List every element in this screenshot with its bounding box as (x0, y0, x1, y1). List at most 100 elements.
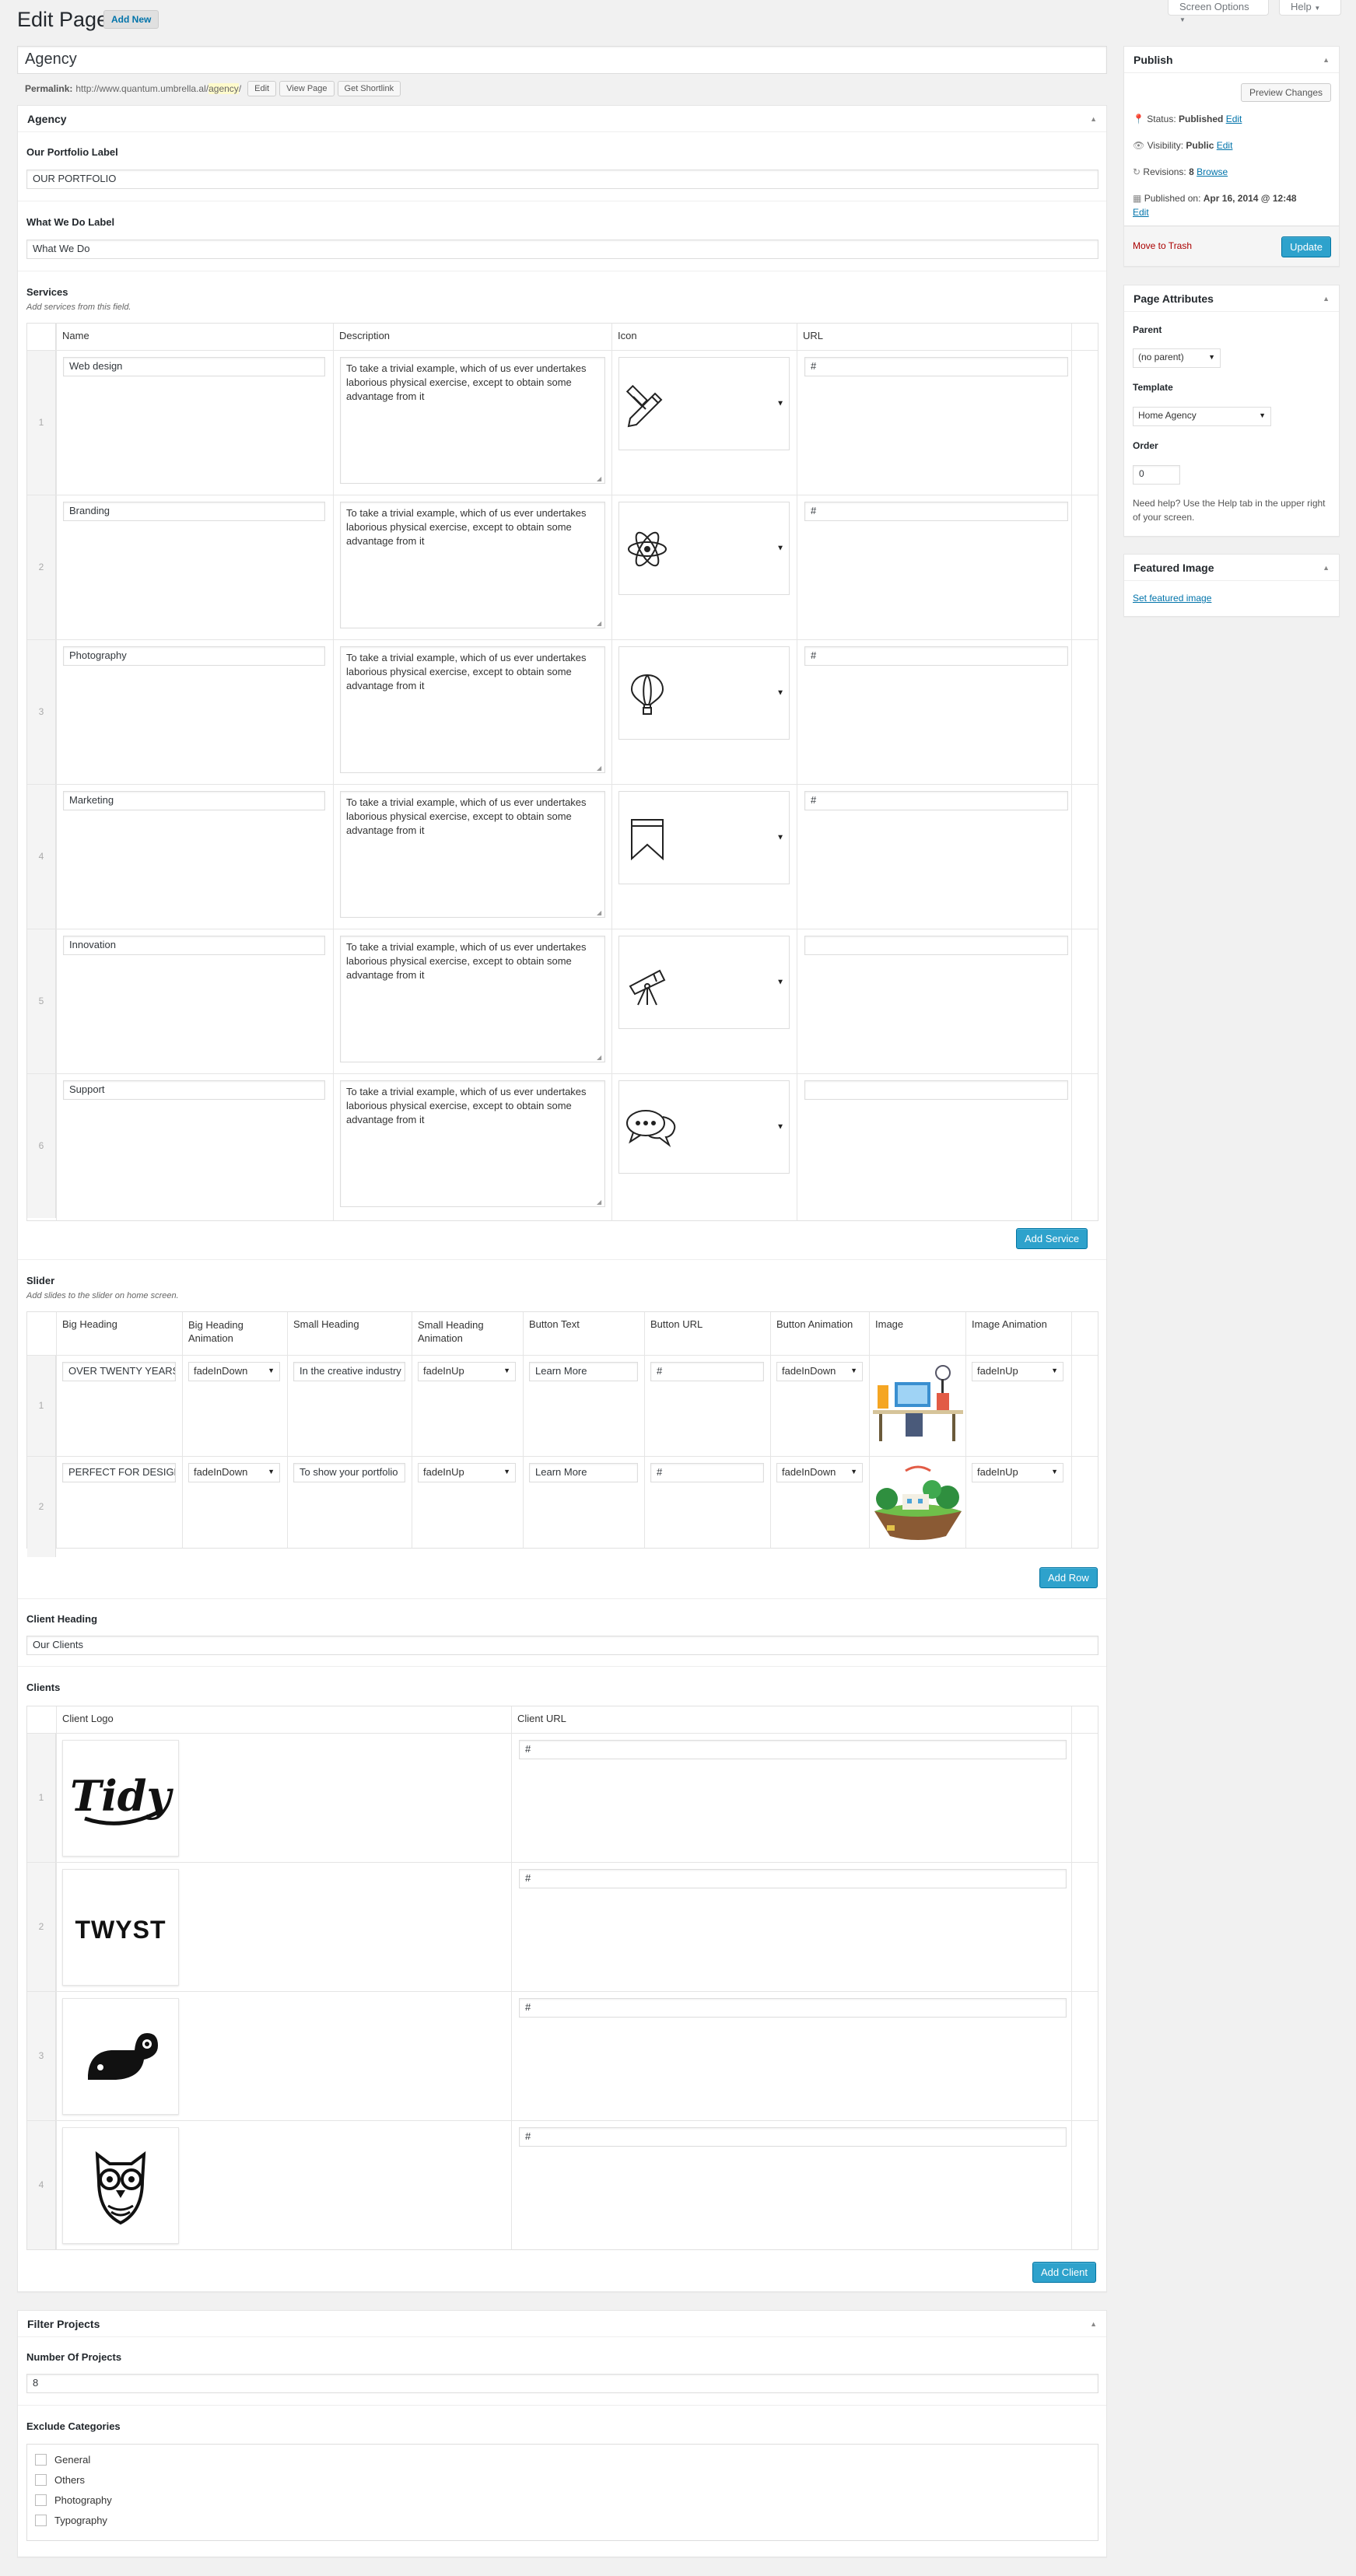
service-icon-select[interactable]: ▼ (618, 502, 790, 595)
service-url-input[interactable]: # (804, 357, 1068, 376)
service-icon-select[interactable]: ▼ (618, 357, 790, 450)
service-description-textarea[interactable]: To take a trivial example, which of us e… (340, 791, 605, 918)
edit-permalink-button[interactable]: Edit (247, 81, 277, 96)
service-name-input[interactable]: Photography (63, 646, 325, 666)
client-url-input[interactable]: # (519, 2127, 1067, 2147)
service-url-input[interactable]: # (804, 502, 1068, 521)
row-number[interactable]: 1 (27, 1734, 56, 1862)
add-row-button[interactable]: Add Row (1039, 1567, 1098, 1588)
client-heading-input[interactable]: Our Clients (26, 1636, 1098, 1655)
category-checkbox[interactable] (35, 2515, 47, 2526)
browse-revisions-link[interactable]: Browse (1197, 166, 1228, 177)
whatwedo-label-input[interactable]: What We Do (26, 240, 1098, 259)
service-url-input[interactable] (804, 936, 1068, 955)
add-service-button[interactable]: Add Service (1016, 1228, 1088, 1249)
category-checkbox[interactable] (35, 2494, 47, 2506)
category-checkbox[interactable] (35, 2474, 47, 2486)
collapse-arrow-icon[interactable]: ▲ (1323, 295, 1330, 303)
service-name-input[interactable]: Innovation (63, 936, 325, 955)
number-of-projects-input[interactable]: 8 (26, 2374, 1098, 2393)
collapse-arrow-icon[interactable]: ▲ (1323, 564, 1330, 572)
row-number[interactable]: 4 (27, 2121, 56, 2249)
agency-metabox-header[interactable]: Agency ▲ (18, 106, 1106, 132)
resize-handle-icon[interactable]: ◢ (597, 620, 601, 627)
service-icon-select[interactable]: ▼ (618, 936, 790, 1029)
portfolio-label-input[interactable]: OUR PORTFOLIO (26, 170, 1098, 189)
preview-changes-button[interactable]: Preview Changes (1240, 83, 1331, 102)
collapse-arrow-icon[interactable]: ▲ (1090, 115, 1097, 123)
view-page-button[interactable]: View Page (279, 81, 335, 96)
row-number[interactable]: 2 (27, 495, 56, 639)
row-number[interactable]: 1 (27, 351, 56, 495)
big-heading-input[interactable]: OVER TWENTY YEARS (62, 1362, 176, 1381)
featured-image-header[interactable]: Featured Image ▲ (1124, 555, 1339, 581)
desk-illustration[interactable] (871, 1362, 965, 1443)
service-name-input[interactable]: Marketing (63, 791, 325, 810)
resize-handle-icon[interactable]: ◢ (597, 765, 601, 772)
post-title-input[interactable]: Agency (17, 46, 1107, 74)
island-illustration[interactable] (871, 1463, 965, 1544)
service-icon-select[interactable]: ▼ (618, 791, 790, 884)
small-heading-animation-select[interactable]: fadeInUp ▼ (418, 1463, 516, 1482)
client-logo-2[interactable]: TWYST (62, 1869, 179, 1986)
service-name-input[interactable]: Branding (63, 502, 325, 521)
get-shortlink-button[interactable]: Get Shortlink (337, 81, 401, 96)
update-button[interactable]: Update (1281, 236, 1331, 257)
set-featured-image-link[interactable]: Set featured image (1133, 593, 1211, 604)
screen-options-button[interactable]: Screen Options ▼ (1168, 0, 1269, 23)
service-name-input[interactable]: Web design (63, 357, 325, 376)
resize-handle-icon[interactable]: ◢ (597, 1199, 601, 1206)
service-description-textarea[interactable]: To take a trivial example, which of us e… (340, 357, 605, 484)
service-name-input[interactable]: Support (63, 1080, 325, 1100)
move-to-trash-link[interactable]: Move to Trash (1133, 240, 1192, 251)
parent-select[interactable]: (no parent) ▼ (1133, 348, 1221, 368)
client-logo-4[interactable] (62, 2127, 179, 2244)
row-number[interactable]: 5 (27, 929, 56, 1073)
client-url-input[interactable]: # (519, 1869, 1067, 1888)
service-url-input[interactable] (804, 1080, 1068, 1100)
row-number[interactable]: 3 (27, 1992, 56, 2120)
permalink-slug[interactable]: agency (208, 83, 239, 94)
page-attributes-header[interactable]: Page Attributes ▲ (1124, 285, 1339, 312)
big-heading-animation-select[interactable]: fadeInDown ▼ (188, 1463, 280, 1482)
row-number[interactable]: 3 (27, 640, 56, 784)
service-description-textarea[interactable]: To take a trivial example, which of us e… (340, 502, 605, 628)
client-logo-1[interactable]: Tidy (62, 1740, 179, 1857)
service-icon-select[interactable]: ▼ (618, 1080, 790, 1174)
resize-handle-icon[interactable]: ◢ (597, 909, 601, 916)
button-animation-select[interactable]: fadeInDown ▼ (776, 1362, 863, 1381)
service-icon-select[interactable]: ▼ (618, 646, 790, 740)
edit-date-link[interactable]: Edit (1133, 207, 1149, 218)
collapse-arrow-icon[interactable]: ▲ (1323, 56, 1330, 64)
small-heading-input[interactable]: In the creative industry (293, 1362, 405, 1381)
template-select[interactable]: Home Agency ▼ (1133, 407, 1271, 426)
add-new-button[interactable]: Add New (103, 10, 159, 29)
filter-projects-header[interactable]: Filter Projects ▲ (18, 2311, 1106, 2337)
service-description-textarea[interactable]: To take a trivial example, which of us e… (340, 1080, 605, 1207)
small-heading-animation-select[interactable]: fadeInUp ▼ (418, 1362, 516, 1381)
help-button[interactable]: Help ▼ (1279, 0, 1341, 16)
client-url-input[interactable]: # (519, 1998, 1067, 2018)
image-animation-select[interactable]: fadeInUp ▼ (972, 1362, 1063, 1381)
client-logo-3[interactable] (62, 1998, 179, 2115)
service-url-input[interactable]: # (804, 646, 1068, 666)
row-number[interactable]: 2 (27, 1863, 56, 1991)
client-url-input[interactable]: # (519, 1740, 1067, 1759)
button-text-input[interactable]: Learn More (529, 1463, 638, 1482)
row-number[interactable]: 6 (27, 1074, 56, 1218)
collapse-arrow-icon[interactable]: ▲ (1090, 2320, 1097, 2328)
row-number[interactable]: 2 (27, 1457, 56, 1557)
add-client-button[interactable]: Add Client (1032, 2262, 1096, 2283)
button-url-input[interactable]: # (650, 1362, 764, 1381)
row-number[interactable]: 1 (27, 1356, 56, 1456)
resize-handle-icon[interactable]: ◢ (597, 475, 601, 482)
service-description-textarea[interactable]: To take a trivial example, which of us e… (340, 936, 605, 1062)
button-animation-select[interactable]: fadeInDown ▼ (776, 1463, 863, 1482)
image-animation-select[interactable]: fadeInUp ▼ (972, 1463, 1063, 1482)
publish-header[interactable]: Publish ▲ (1124, 47, 1339, 73)
resize-handle-icon[interactable]: ◢ (597, 1054, 601, 1061)
button-text-input[interactable]: Learn More (529, 1362, 638, 1381)
small-heading-input[interactable]: To show your portfolio (293, 1463, 405, 1482)
service-url-input[interactable]: # (804, 791, 1068, 810)
big-heading-animation-select[interactable]: fadeInDown ▼ (188, 1362, 280, 1381)
